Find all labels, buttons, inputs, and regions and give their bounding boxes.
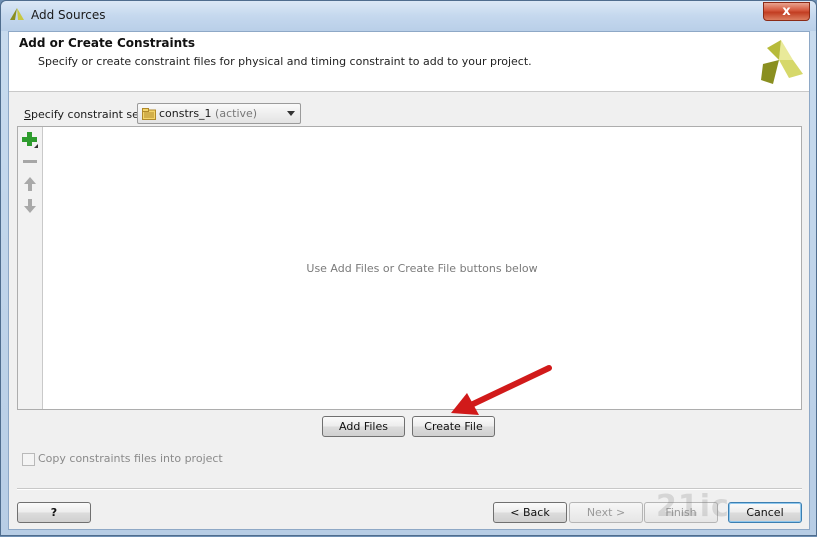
vivado-logo — [761, 40, 803, 84]
cancel-button[interactable]: Cancel — [728, 502, 802, 523]
constraint-set-dropdown[interactable]: constrs_1 (active) — [137, 103, 301, 124]
wizard-header: Add or Create Constraints Specify or cre… — [9, 32, 809, 92]
add-icon[interactable] — [21, 131, 39, 149]
add-files-button[interactable]: Add Files — [322, 416, 405, 437]
empty-list-message: Use Add Files or Create File buttons bel… — [306, 262, 538, 275]
folder-icon — [142, 108, 156, 120]
title-bar[interactable]: Add Sources x — [1, 1, 816, 31]
site-watermark: 21ic — [656, 489, 730, 524]
next-button[interactable]: Next > — [569, 502, 643, 523]
close-button[interactable]: x — [763, 2, 810, 21]
vivado-logo-icon — [10, 8, 24, 20]
file-toolbar — [18, 127, 43, 409]
back-button[interactable]: < Back — [493, 502, 567, 523]
dialog-body: Add or Create Constraints Specify or cre… — [8, 31, 810, 530]
help-button[interactable]: ? — [17, 502, 91, 523]
move-down-icon[interactable] — [21, 197, 39, 215]
add-sources-dialog: Add Sources x Add or Create Constraints … — [0, 0, 817, 536]
chevron-down-icon — [287, 111, 295, 116]
window-title: Add Sources — [31, 8, 106, 22]
copy-constraints-checkbox[interactable] — [22, 453, 35, 466]
active-status: (active) — [215, 107, 258, 120]
move-up-icon[interactable] — [21, 175, 39, 193]
copy-constraints-label: Copy constraints files into project — [38, 452, 223, 465]
remove-icon[interactable] — [21, 153, 39, 171]
create-file-button[interactable]: Create File — [412, 416, 495, 437]
page-title: Add or Create Constraints — [19, 36, 196, 50]
constraint-set-label: Specify constraint set: — [24, 108, 147, 121]
page-subtitle: Specify or create constraint files for p… — [38, 55, 532, 68]
constraint-files-list[interactable]: Use Add Files or Create File buttons bel… — [17, 126, 802, 410]
constraint-set-value: constrs_1 (active) — [159, 107, 258, 120]
